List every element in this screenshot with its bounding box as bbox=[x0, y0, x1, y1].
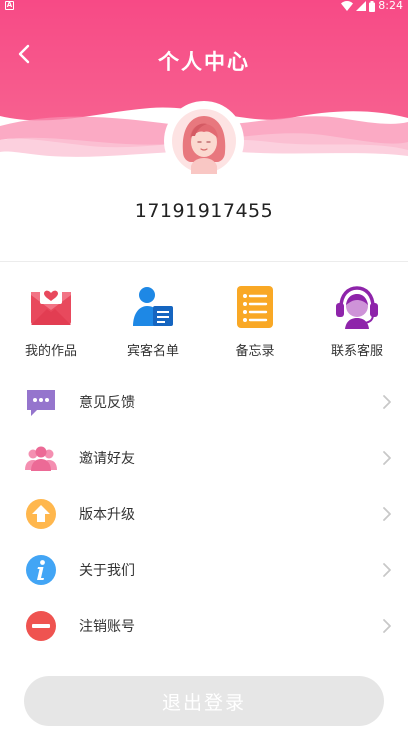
notification-icon: A bbox=[5, 1, 14, 10]
row-label: 版本升级 bbox=[79, 507, 135, 523]
chevron-right-icon bbox=[383, 563, 391, 577]
chevron-right-icon bbox=[383, 395, 391, 409]
grid-label: 我的作品 bbox=[24, 344, 77, 359]
wifi-icon bbox=[341, 1, 354, 11]
chevron-right-icon bbox=[383, 451, 391, 465]
cancel-account-icon bbox=[26, 611, 56, 641]
row-label: 注销账号 bbox=[79, 619, 135, 635]
avatar[interactable] bbox=[164, 101, 244, 181]
grid-label: 备忘录 bbox=[235, 344, 275, 359]
chevron-right-icon bbox=[383, 507, 391, 521]
customer-service-icon bbox=[336, 286, 378, 329]
about-us-row[interactable]: 关于我们 bbox=[0, 542, 408, 598]
status-time: 8:24 bbox=[378, 0, 403, 12]
user-phone: 17191917455 bbox=[134, 200, 274, 222]
feedback-row[interactable]: 意见反馈 bbox=[0, 374, 408, 430]
cancel-account-row[interactable]: 注销账号 bbox=[0, 598, 408, 654]
invite-friends-row[interactable]: 邀请好友 bbox=[0, 430, 408, 486]
invite-friends-icon bbox=[25, 446, 57, 471]
avatar-girl-icon bbox=[172, 109, 236, 174]
memo-list-icon bbox=[237, 286, 273, 328]
status-bar: A 8:24 bbox=[0, 0, 408, 14]
logout-button[interactable]: 退出登录 bbox=[24, 676, 384, 726]
shortcut-grid: 我的作品 宾客名单 备忘录 联系客服 bbox=[0, 283, 408, 363]
row-label: 邀请好友 bbox=[79, 451, 135, 467]
grid-label: 联系客服 bbox=[330, 344, 383, 359]
chevron-right-icon bbox=[383, 619, 391, 633]
row-label: 关于我们 bbox=[79, 563, 135, 579]
guest-list-icon bbox=[133, 287, 173, 326]
feedback-icon bbox=[27, 390, 55, 416]
page-title: 个人中心 bbox=[158, 50, 250, 74]
customer-service-button[interactable]: 联系客服 bbox=[306, 283, 408, 363]
upgrade-row[interactable]: 版本升级 bbox=[0, 486, 408, 542]
row-label: 意见反馈 bbox=[79, 395, 135, 411]
signal-icon bbox=[356, 1, 367, 11]
divider bbox=[0, 261, 408, 262]
my-works-button[interactable]: 我的作品 bbox=[0, 283, 102, 363]
grid-label: 宾客名单 bbox=[126, 344, 179, 359]
settings-list: 意见反馈 邀请好友 版本升级 关于我们 注销账号 bbox=[0, 374, 408, 654]
upgrade-icon bbox=[26, 499, 56, 529]
guest-list-button[interactable]: 宾客名单 bbox=[102, 283, 204, 363]
battery-icon bbox=[369, 0, 376, 12]
envelope-heart-icon bbox=[31, 288, 71, 325]
info-icon bbox=[26, 555, 56, 585]
memo-button[interactable]: 备忘录 bbox=[204, 283, 306, 363]
